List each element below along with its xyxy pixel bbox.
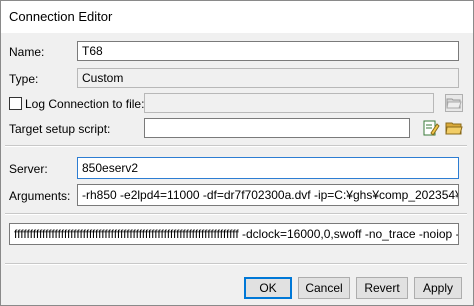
folder-open-icon[interactable] — [445, 94, 463, 112]
folder-open-icon[interactable] — [445, 119, 463, 137]
cancel-button[interactable]: Cancel — [298, 277, 350, 299]
type-label: Type: — [9, 72, 39, 86]
name-label: Name: — [9, 45, 45, 59]
separator — [5, 213, 467, 215]
type-field: Custom — [77, 68, 459, 88]
target-setup-script-field[interactable] — [144, 118, 410, 138]
log-connection-checkbox[interactable] — [9, 97, 22, 110]
revert-button[interactable]: Revert — [356, 277, 408, 299]
connection-editor-window: Connection Editor Name: T68 Type: Custom… — [0, 0, 474, 306]
target-setup-script-label: Target setup script: — [9, 122, 111, 136]
log-connection-label: Log Connection to file: — [25, 97, 145, 111]
window-title: Connection Editor — [9, 9, 113, 24]
arguments-label: Arguments: — [9, 189, 71, 203]
ok-button[interactable]: OK — [244, 277, 292, 299]
separator — [5, 263, 467, 265]
title-bar: Connection Editor — [1, 1, 473, 33]
command-line-preview: ffffffffffffffffffffffffffffffffffffffff… — [9, 223, 459, 245]
server-field[interactable]: 850eserv2 — [77, 157, 459, 179]
apply-button[interactable]: Apply — [414, 277, 462, 299]
log-file-field — [144, 93, 434, 113]
separator — [5, 145, 467, 147]
server-label: Server: — [9, 162, 48, 176]
edit-script-icon[interactable] — [422, 119, 440, 137]
name-field[interactable]: T68 — [77, 41, 459, 61]
arguments-field[interactable]: -rh850 -e2lpd4=11000 -df=dr7f702300a.dvf… — [77, 184, 459, 206]
